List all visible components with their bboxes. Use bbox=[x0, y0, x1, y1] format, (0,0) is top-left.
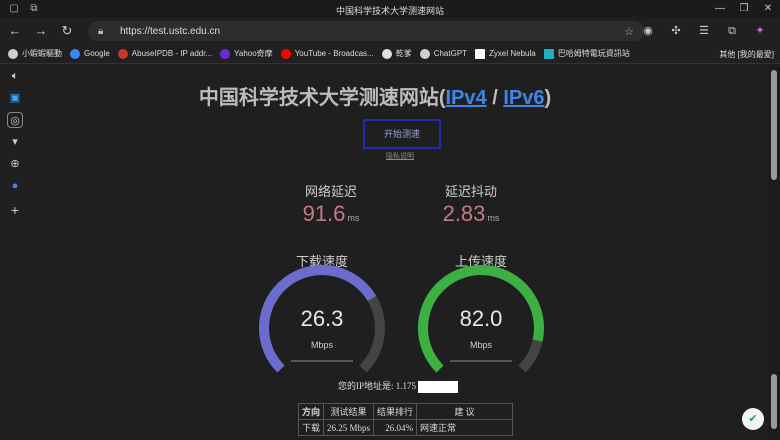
bookmark-item[interactable]: AbuseIPDB - IP addr... bbox=[117, 48, 212, 59]
bookmark-favicon-icon bbox=[381, 48, 392, 59]
yahoo-icon bbox=[220, 48, 231, 59]
bookmark-item[interactable]: 乾爹 bbox=[381, 48, 412, 59]
page-content: 中国科学技术大学测速网站(IPv4 / IPv6) 开始测速 隐私说明 网络延迟… bbox=[30, 64, 768, 440]
upload-unit: Mbps bbox=[469, 340, 492, 350]
shield-tab-icon[interactable]: ▾ bbox=[7, 134, 23, 150]
bookmark-item[interactable]: ChatGPT bbox=[419, 48, 467, 59]
scrollbar-thumb[interactable] bbox=[771, 70, 777, 180]
download-value: 26.3 bbox=[300, 306, 344, 331]
extension-icon[interactable]: ◉ bbox=[634, 21, 662, 41]
google-icon bbox=[70, 48, 80, 59]
table-cell: 26.04% bbox=[373, 419, 418, 436]
globe-icon[interactable]: ⊕ bbox=[7, 156, 23, 172]
toolbar-right: ◉ ✣ ☰ ⧉ ✦ bbox=[634, 21, 774, 41]
window-controls: — ❐ ✕ bbox=[708, 0, 780, 18]
download-unit: Mbps bbox=[310, 340, 333, 350]
table-cell: 26.25 Mbps bbox=[323, 419, 375, 436]
favorites-icon[interactable]: ☰ bbox=[690, 21, 718, 41]
other-favorites-folder[interactable]: 其他 [我的最愛] bbox=[719, 49, 774, 60]
results-table: 方向 测试结果 结果排行 建 议 下载 26.25 Mbps 26.04% 网速… bbox=[297, 403, 514, 436]
ipv4-link[interactable]: IPv4 bbox=[446, 87, 487, 109]
restore-button[interactable]: ❐ bbox=[732, 0, 756, 18]
scrollbar-thumb-secondary[interactable] bbox=[771, 374, 777, 429]
table-cell: 下载 bbox=[297, 419, 325, 436]
download-progress-bar bbox=[291, 360, 353, 362]
tv-icon[interactable]: ▣ bbox=[7, 90, 23, 106]
table-header: 建 议 bbox=[416, 403, 514, 420]
table-cell: 网速正常 bbox=[416, 419, 514, 436]
table-row: 下载 26.25 Mbps 26.04% 网速正常 bbox=[297, 419, 514, 436]
start-test-button[interactable]: 开始测速 bbox=[363, 119, 441, 149]
ping-label: 网络延迟 bbox=[304, 184, 357, 199]
bookmark-item[interactable]: Yahoo奇摩 bbox=[220, 48, 273, 59]
jitter-value: 2.83 ms bbox=[442, 201, 500, 226]
table-header-row: 方向 测试结果 结果排行 建 议 bbox=[297, 403, 514, 420]
speaker-icon[interactable]: 🔈︎ bbox=[7, 68, 23, 84]
window-title: 中国科学技术大学测速网站 bbox=[335, 6, 444, 16]
add-tab-icon[interactable]: + bbox=[7, 202, 23, 218]
chatgpt-icon bbox=[419, 48, 430, 59]
ip-redaction bbox=[418, 380, 459, 393]
page-title: 中国科学技术大学测速网站(IPv4 / IPv6) bbox=[198, 87, 552, 109]
bookmark-item[interactable]: YouTube - Broadcas... bbox=[280, 48, 374, 59]
bookmark-item[interactable]: Google bbox=[70, 48, 110, 59]
bookmark-item[interactable]: 小蝦蝦驅動 bbox=[8, 48, 62, 59]
bahamut-icon bbox=[543, 48, 554, 59]
active-tab-icon[interactable]: ◎ bbox=[7, 112, 23, 128]
collections-icon[interactable]: ⧉ bbox=[718, 21, 746, 41]
table-header: 方向 bbox=[297, 403, 325, 420]
upload-progress-bar bbox=[450, 360, 512, 362]
url-text[interactable]: https://test.ustc.edu.cn bbox=[120, 26, 220, 37]
upload-value: 82.0 bbox=[459, 306, 503, 331]
jitter-label: 延迟抖动 bbox=[444, 184, 497, 199]
browser-sidebar: 🔈︎ ▣ ◎ ▾ ⊕ ● + bbox=[0, 64, 30, 440]
copilot-icon[interactable]: ✦ bbox=[746, 21, 774, 41]
table-header: 测试结果 bbox=[323, 403, 375, 420]
refresh-icon[interactable]: ↻ bbox=[56, 20, 78, 42]
close-button[interactable]: ✕ bbox=[756, 0, 780, 18]
ip-address-line: 您的IP地址是: 1.175 bbox=[338, 379, 459, 393]
youtube-icon bbox=[280, 48, 291, 59]
google-tab-icon[interactable]: ● bbox=[7, 178, 23, 194]
title-bar: ▢ ⧉ 中国科学技术大学测速网站 — ❐ ✕ bbox=[0, 0, 780, 18]
forward-icon[interactable]: → bbox=[30, 20, 52, 42]
favorite-star-icon[interactable]: ☆ bbox=[624, 25, 634, 38]
back-icon[interactable]: ← bbox=[4, 20, 26, 42]
privacy-link[interactable]: 隐私说明 bbox=[386, 151, 414, 161]
navigation-bar: ← → ↻ 🔒︎ https://test.ustc.edu.cn ☆ ◉ ✣ … bbox=[0, 18, 780, 44]
table-header: 结果排行 bbox=[373, 403, 418, 420]
security-shield-icon[interactable]: ✔ bbox=[742, 408, 764, 430]
ipv6-link[interactable]: IPv6 bbox=[503, 87, 544, 109]
lock-icon[interactable]: 🔒︎ bbox=[98, 26, 112, 37]
address-bar[interactable]: 🔒︎ https://test.ustc.edu.cn ☆ bbox=[88, 21, 644, 41]
page-scrollbar[interactable] bbox=[768, 64, 780, 440]
ping-value: 91.6 ms bbox=[302, 201, 360, 226]
bookmark-item[interactable]: Zyxel Nebula bbox=[475, 48, 536, 59]
zyxel-icon bbox=[475, 48, 486, 59]
bookmark-favicon-icon bbox=[8, 48, 18, 59]
bookmark-item[interactable]: 巴哈姆特電玩資訊站 bbox=[543, 48, 630, 59]
abuseipdb-icon bbox=[117, 48, 128, 59]
extensions-puzzle-icon[interactable]: ✣ bbox=[662, 21, 690, 41]
minimize-button[interactable]: — bbox=[708, 0, 732, 18]
bookmarks-bar: 小蝦蝦驅動 Google AbuseIPDB - IP addr... Yaho… bbox=[0, 44, 780, 64]
